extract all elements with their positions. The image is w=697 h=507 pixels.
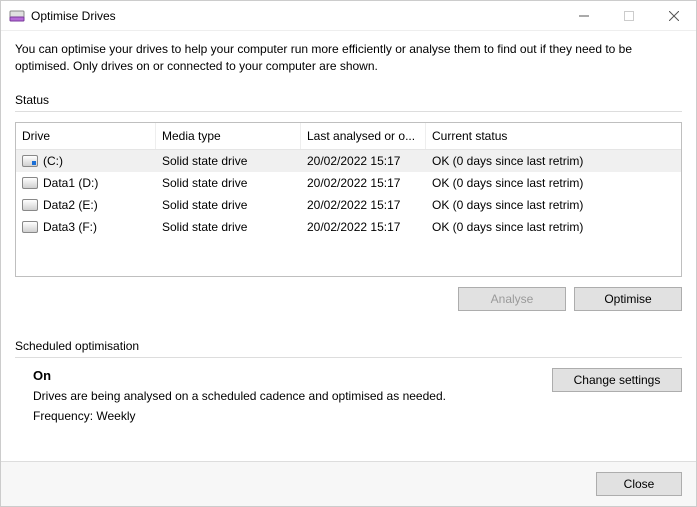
drive-status: OK (0 days since last retrim) <box>426 198 681 212</box>
drive-status: OK (0 days since last retrim) <box>426 154 681 168</box>
drive-row[interactable]: Data3 (F:) Solid state drive20/02/2022 15… <box>16 216 681 238</box>
close-button[interactable]: Close <box>596 472 682 496</box>
drive-media: Solid state drive <box>156 198 301 212</box>
drive-icon <box>22 221 38 233</box>
drive-icon <box>22 199 38 211</box>
footer: Close <box>1 461 696 506</box>
drive-list-header[interactable]: Drive Media type Last analysed or o... C… <box>16 123 681 150</box>
drive-last: 20/02/2022 15:17 <box>301 176 426 190</box>
schedule-frequency: Frequency: Weekly <box>33 409 552 423</box>
app-icon <box>9 8 25 24</box>
status-divider <box>15 111 682 112</box>
analyse-button: Analyse <box>458 287 566 311</box>
drive-status: OK (0 days since last retrim) <box>426 220 681 234</box>
drive-icon <box>22 155 38 167</box>
col-header-media[interactable]: Media type <box>156 123 301 149</box>
window-title: Optimise Drives <box>31 9 116 23</box>
change-settings-button[interactable]: Change settings <box>552 368 682 392</box>
schedule-label: Scheduled optimisation <box>15 339 682 353</box>
status-label: Status <box>15 93 682 107</box>
schedule-description: Drives are being analysed on a scheduled… <box>33 389 552 403</box>
drive-row[interactable]: (C:) Solid state drive20/02/2022 15:17OK … <box>16 150 681 172</box>
maximize-button <box>606 1 651 31</box>
drive-last: 20/02/2022 15:17 <box>301 154 426 168</box>
drive-last: 20/02/2022 15:17 <box>301 198 426 212</box>
drive-row[interactable]: Data1 (D:) Solid state drive20/02/2022 15… <box>16 172 681 194</box>
schedule-state: On <box>33 368 552 383</box>
titlebar: Optimise Drives <box>1 1 696 31</box>
drive-name: Data1 (D:) <box>43 176 98 190</box>
drive-name: Data2 (E:) <box>43 198 98 212</box>
drive-media: Solid state drive <box>156 154 301 168</box>
optimise-button[interactable]: Optimise <box>574 287 682 311</box>
intro-text: You can optimise your drives to help you… <box>15 41 682 75</box>
drive-name: (C:) <box>43 154 63 168</box>
drive-name: Data3 (F:) <box>43 220 97 234</box>
drive-status: OK (0 days since last retrim) <box>426 176 681 190</box>
col-header-drive[interactable]: Drive <box>16 123 156 149</box>
drive-media: Solid state drive <box>156 220 301 234</box>
minimize-button[interactable] <box>561 1 606 31</box>
col-header-last[interactable]: Last analysed or o... <box>301 123 426 149</box>
close-window-button[interactable] <box>651 1 696 31</box>
drive-row[interactable]: Data2 (E:) Solid state drive20/02/2022 15… <box>16 194 681 216</box>
drive-last: 20/02/2022 15:17 <box>301 220 426 234</box>
drive-list[interactable]: Drive Media type Last analysed or o... C… <box>15 122 682 277</box>
drive-icon <box>22 177 38 189</box>
window-controls <box>561 1 696 31</box>
col-header-status[interactable]: Current status <box>426 123 681 149</box>
schedule-divider <box>15 357 682 358</box>
drive-media: Solid state drive <box>156 176 301 190</box>
